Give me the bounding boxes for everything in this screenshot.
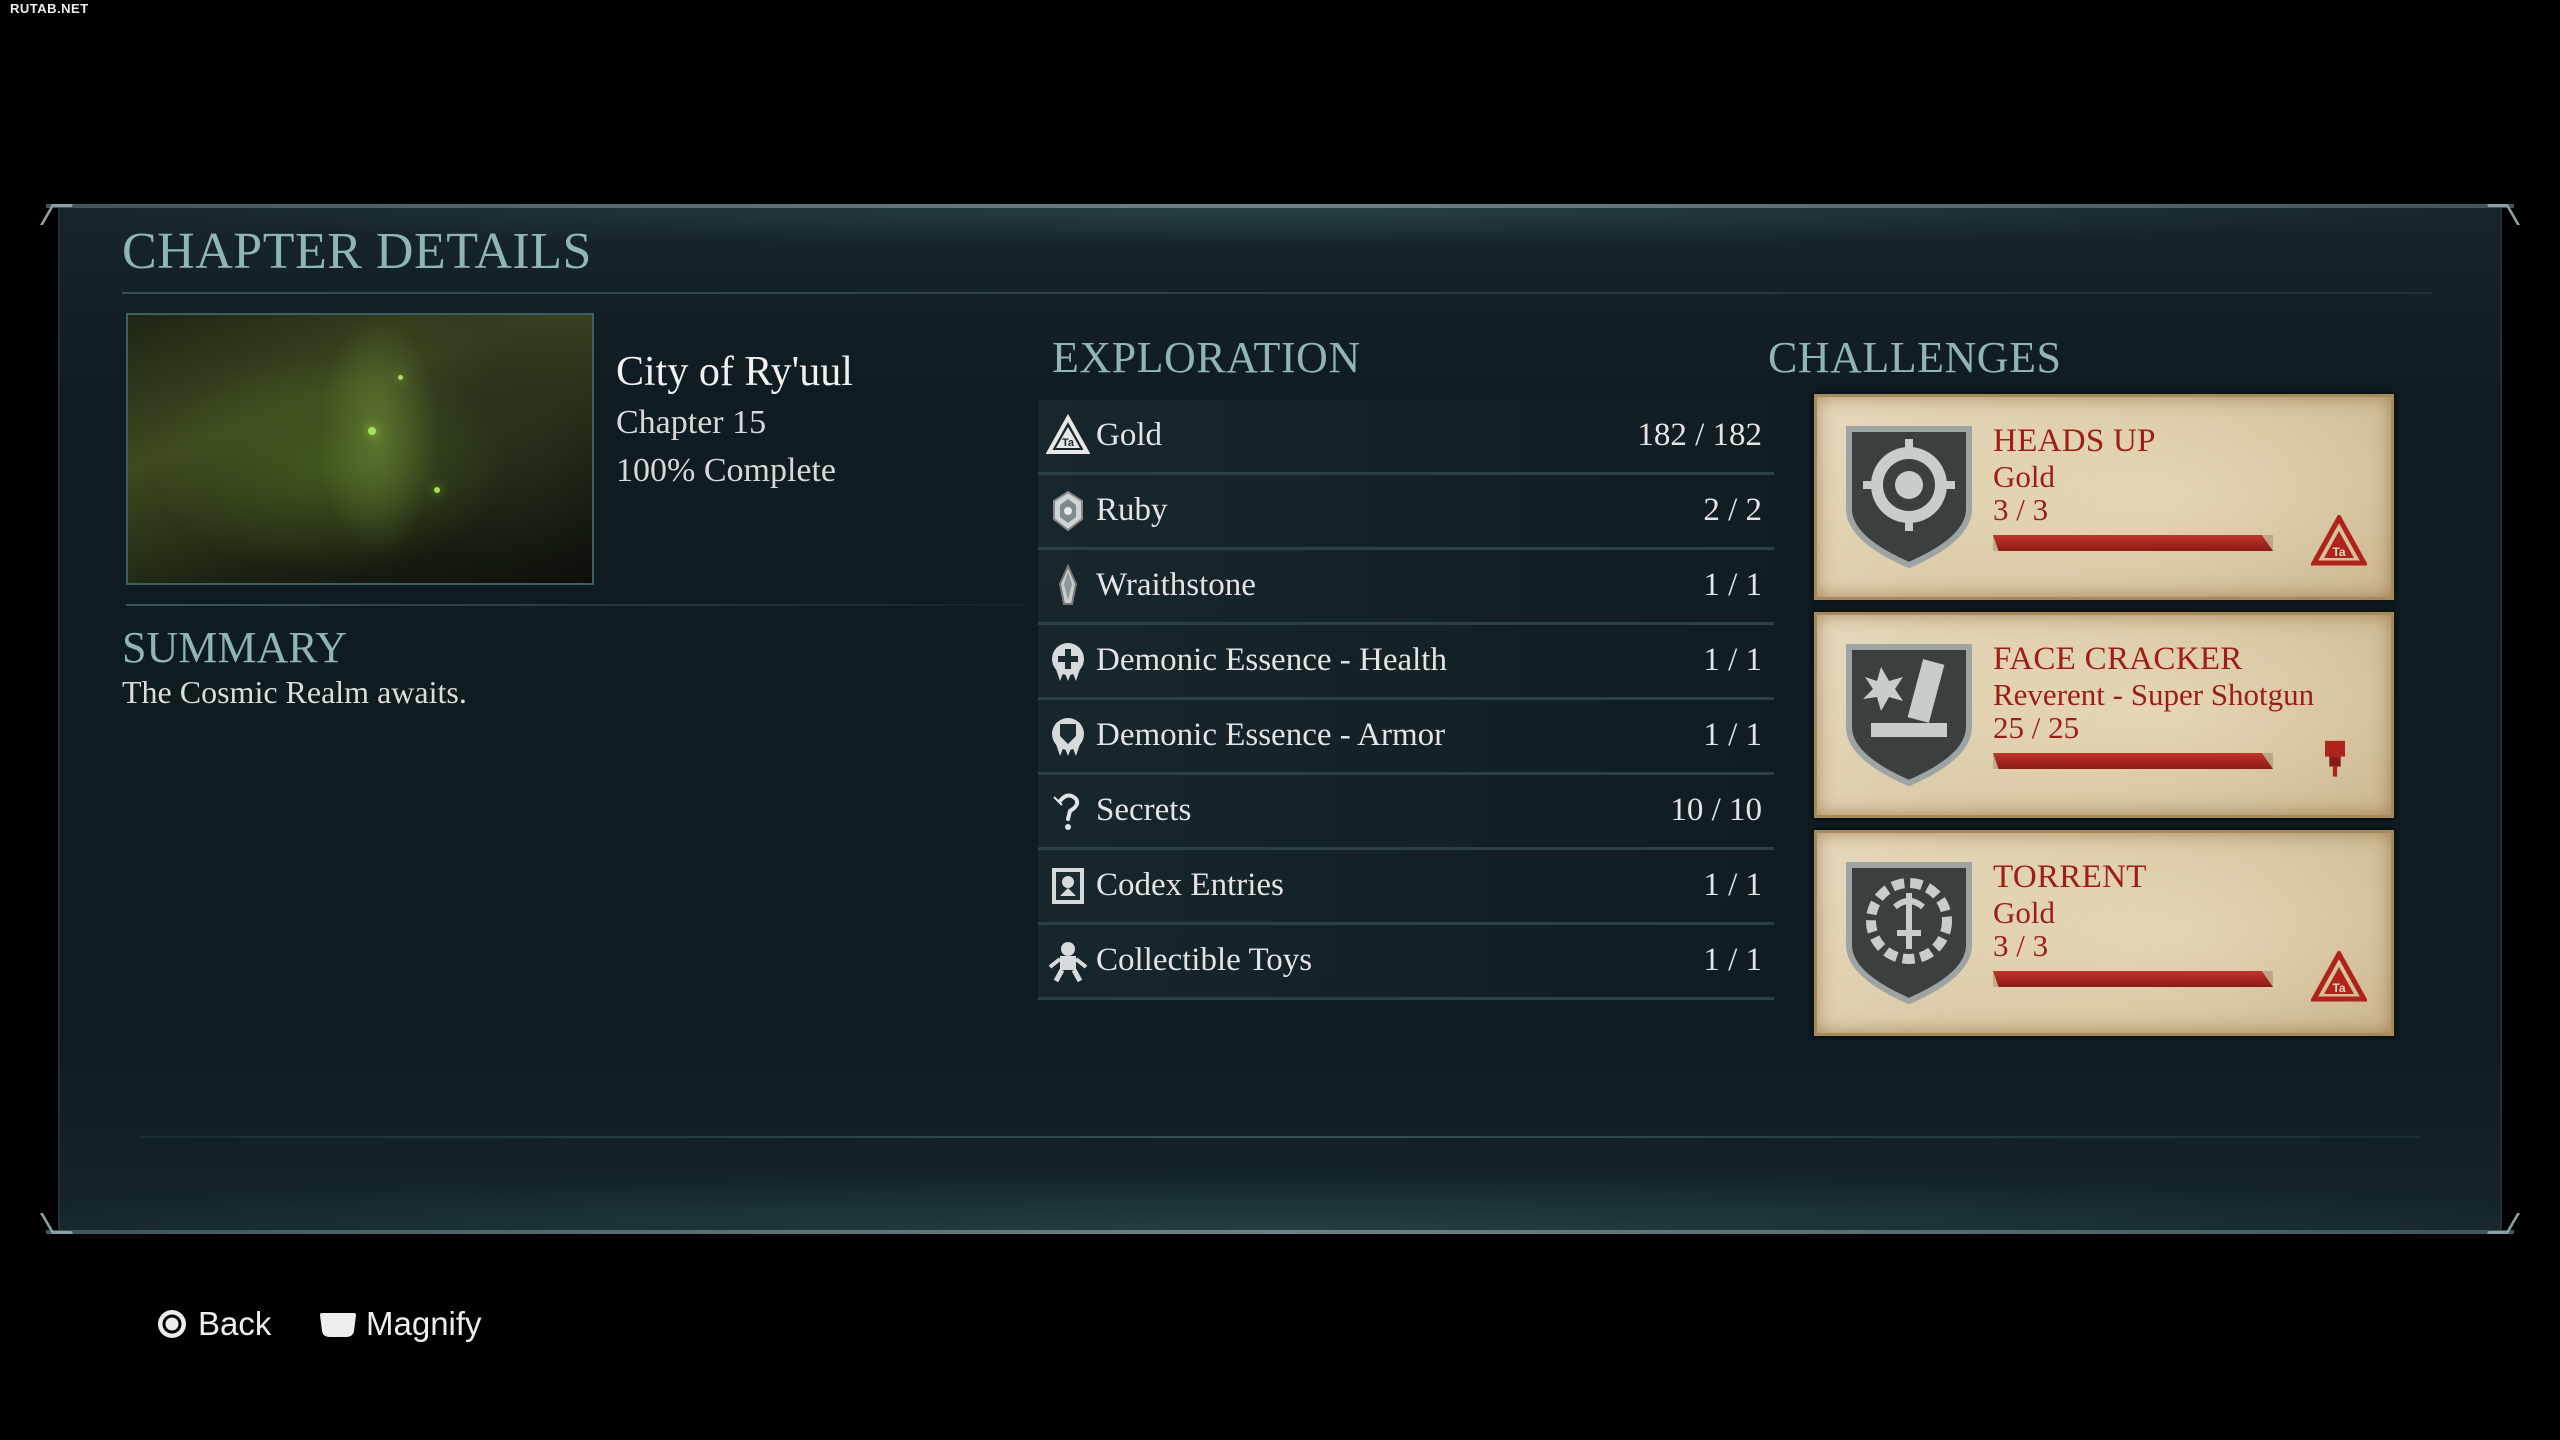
watermark: RUTAB.NET [10, 1, 89, 16]
codex-icon [1052, 868, 1084, 904]
exploration-list: Ta Gold 182 / 182 Ruby 2 / 2 Wraithstone… [1038, 400, 1774, 1000]
paint-brush-icon [2325, 740, 2345, 777]
exploration-label: Demonic Essence - Armor [1096, 717, 1446, 753]
back-button[interactable]: Back [156, 1305, 271, 1343]
svg-text:Ta: Ta [1062, 437, 1075, 449]
thumbnail-glow [368, 427, 376, 435]
exploration-label: Demonic Essence - Health [1096, 642, 1447, 678]
challenge-progress-fill [1993, 535, 2273, 551]
challenge-reward: Gold [1993, 459, 2055, 494]
exploration-title: EXPLORATION [1052, 333, 1361, 382]
exploration-row-wraithstone: Wraithstone 1 / 1 [1038, 550, 1774, 625]
challenge-card[interactable]: FACE CRACKER Reverent - Super Shotgun 25… [1814, 612, 2394, 818]
panel-corner [39, 204, 74, 225]
challenge-progress: 25 / 25 [1993, 710, 2080, 745]
health-essence-icon [1052, 643, 1084, 681]
exploration-row-armor-essence: Demonic Essence - Armor 1 / 1 [1038, 700, 1774, 775]
magnify-button[interactable]: Magnify [318, 1305, 482, 1343]
chapter-thumbnail [126, 313, 594, 585]
exploration-label: Collectible Toys [1096, 942, 1313, 978]
panel-corner [39, 1213, 74, 1234]
panel-top-edge [46, 204, 2514, 208]
challenge-progress-bar [1993, 971, 2273, 987]
svg-text:Ta: Ta [2332, 545, 2345, 559]
magnify-label: Magnify [366, 1305, 482, 1342]
summary-text: The Cosmic Realm awaits. [122, 674, 467, 710]
exploration-row-secrets: Secrets 10 / 10 [1038, 775, 1774, 850]
challenge-progress: 3 / 3 [1993, 928, 2049, 963]
wraithstone-icon [1058, 564, 1078, 605]
exploration-row-ruby: Ruby 2 / 2 [1038, 475, 1774, 550]
challenge-card[interactable]: TORRENT Gold 3 / 3 Ta [1814, 830, 2394, 1036]
challenge-reward: Reverent - Super Shotgun [1993, 677, 2315, 712]
exploration-count: 2 / 2 [1703, 492, 1762, 528]
challenge-card[interactable]: HEADS UP Gold 3 / 3 Ta [1814, 394, 2394, 600]
summary-title: SUMMARY [122, 623, 347, 672]
thumbnail-glow [434, 487, 440, 493]
exploration-count: 182 / 182 [1637, 417, 1762, 453]
challenge-title: HEADS UP [1993, 423, 2156, 459]
challenge-reward: Gold [1993, 895, 2055, 930]
exploration-count: 1 / 1 [1703, 867, 1762, 903]
exploration-count: 10 / 10 [1670, 792, 1762, 828]
challenge-progress: 3 / 3 [1993, 492, 2049, 527]
exploration-count: 1 / 1 [1703, 942, 1762, 978]
gear-sigil-badge-icon [1846, 862, 1972, 1005]
touchpad-button-icon [320, 1313, 356, 1337]
panel-corner [2486, 1213, 2521, 1234]
challenge-progress-fill [1993, 753, 2273, 769]
chapter-details-panel: CHAPTER DETAILS City of Ry'uul Chapter 1… [39, 204, 2521, 1234]
weapon-badge-icon [1846, 644, 1972, 787]
challenge-progress-bar [1993, 753, 2273, 769]
exploration-label: Secrets [1096, 792, 1192, 828]
exploration-label: Wraithstone [1096, 567, 1256, 603]
gold-triangle-icon: Ta [2311, 515, 2367, 566]
ruby-icon [1053, 490, 1083, 532]
exploration-row-gold: Ta Gold 182 / 182 [1038, 400, 1774, 475]
challenge-progress-bar [1993, 535, 2273, 551]
info-divider [126, 604, 1026, 606]
chapter-completion: 100% Complete [616, 452, 837, 489]
back-label: Back [198, 1305, 272, 1342]
thumbnail-glow [398, 375, 403, 380]
circle-button-icon [158, 1310, 186, 1338]
exploration-count: 1 / 1 [1703, 642, 1762, 678]
challenge-progress-fill [1993, 971, 2273, 987]
title-divider [122, 292, 2432, 294]
exploration-label: Ruby [1096, 492, 1168, 528]
challenge-title: FACE CRACKER [1993, 641, 2243, 677]
gear-skull-badge-icon [1846, 426, 1972, 569]
gold-triangle-icon: Ta [1046, 414, 1090, 454]
chapter-number: Chapter 15 [616, 404, 767, 441]
panel-corner [2486, 204, 2521, 225]
exploration-row-codex: Codex Entries 1 / 1 [1038, 850, 1774, 925]
svg-text:Ta: Ta [2332, 981, 2345, 995]
gold-triangle-icon: Ta [2311, 951, 2367, 1002]
exploration-count: 1 / 1 [1703, 567, 1762, 603]
challenge-title: TORRENT [1993, 859, 2147, 895]
secret-icon [1053, 793, 1080, 830]
exploration-label: Gold [1096, 417, 1162, 453]
panel-title: CHAPTER DETAILS [122, 223, 592, 280]
armor-essence-icon [1052, 718, 1084, 756]
bottom-divider [140, 1136, 2420, 1138]
exploration-label: Codex Entries [1096, 867, 1284, 903]
exploration-row-toys: Collectible Toys 1 / 1 [1038, 925, 1774, 1000]
panel-bottom-edge [46, 1230, 2514, 1234]
challenges-title: CHALLENGES [1768, 333, 2062, 382]
exploration-row-health-essence: Demonic Essence - Health 1 / 1 [1038, 625, 1774, 700]
toy-icon [1048, 942, 1088, 983]
chapter-name: City of Ry'uul [616, 349, 853, 395]
exploration-count: 1 / 1 [1703, 717, 1762, 753]
